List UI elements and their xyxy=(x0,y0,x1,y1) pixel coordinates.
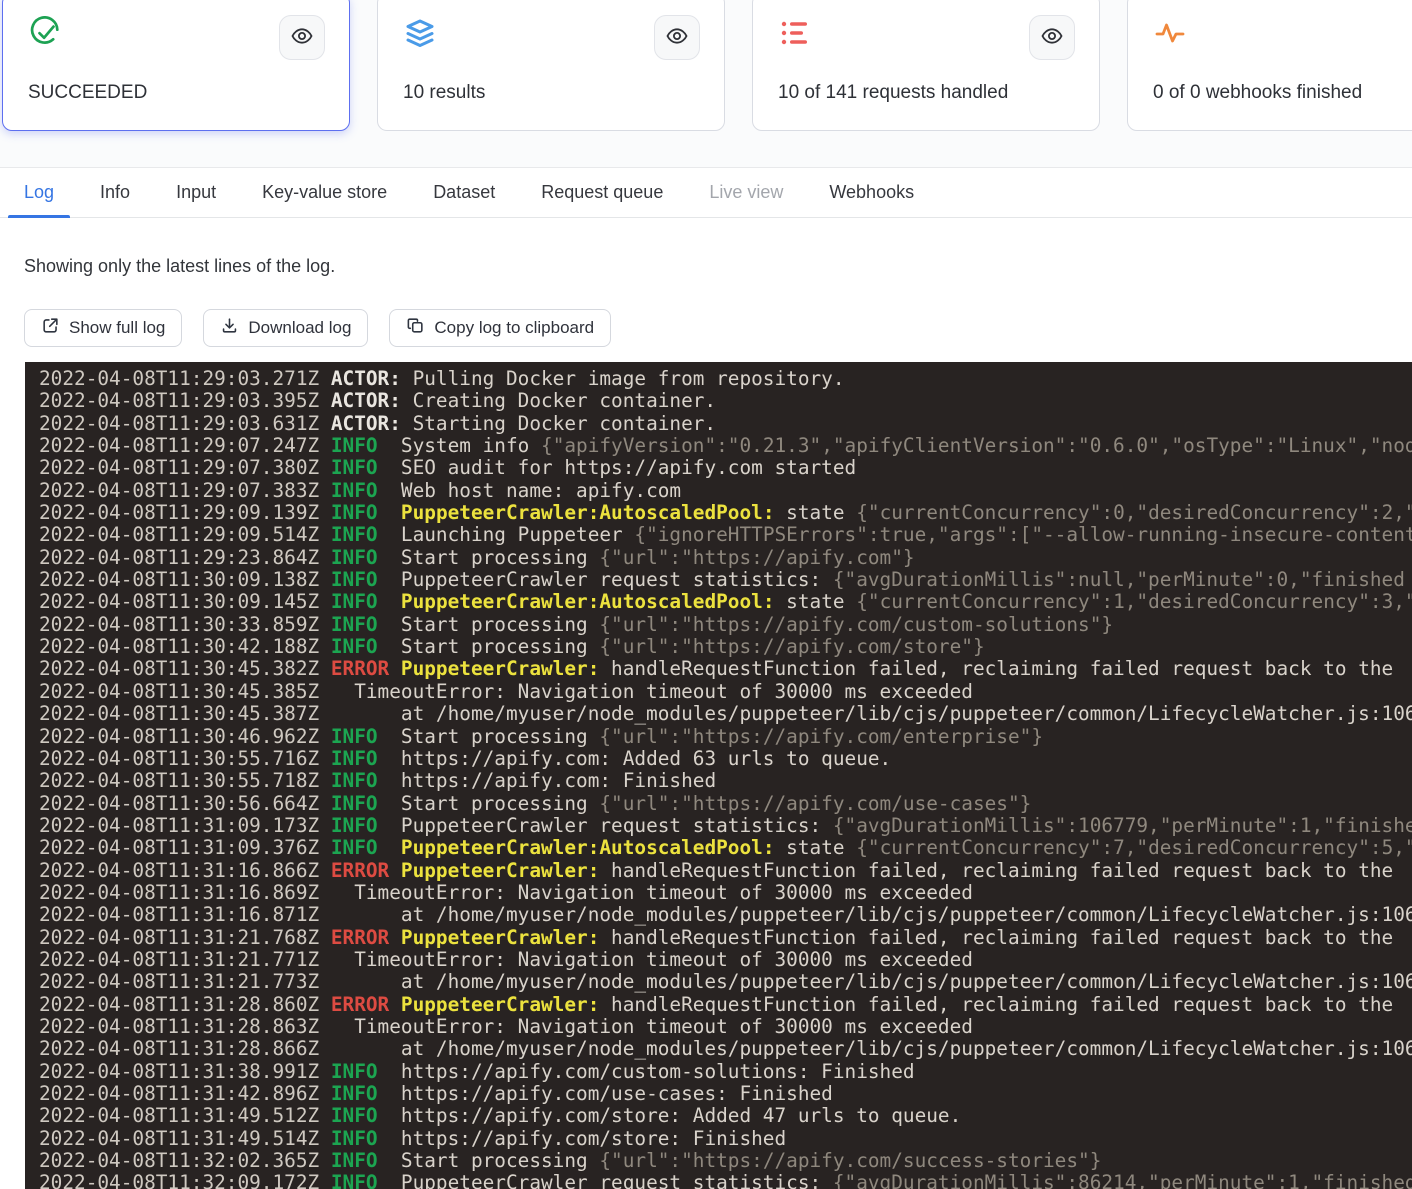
log-line: 2022-04-08T11:30:09.145Z INFO PuppeteerC… xyxy=(39,591,1412,613)
status-card-label: 10 results xyxy=(403,82,485,104)
tab-live-view[interactable]: Live view xyxy=(693,168,799,217)
activity-icon xyxy=(1153,16,1187,50)
log-line: 2022-04-08T11:29:09.139Z INFO PuppeteerC… xyxy=(39,502,1412,524)
log-line: 2022-04-08T11:31:28.863Z TimeoutError: N… xyxy=(39,1016,1412,1038)
tab-dataset[interactable]: Dataset xyxy=(417,168,511,217)
log-line: 2022-04-08T11:30:42.188Z INFO Start proc… xyxy=(39,636,1412,658)
tab-input[interactable]: Input xyxy=(160,168,232,217)
log-line: 2022-04-08T11:29:07.380Z INFO SEO audit … xyxy=(39,457,1412,479)
status-card-label: 10 of 141 requests handled xyxy=(778,82,1008,104)
status-card-label: SUCCEEDED xyxy=(28,82,147,104)
external-link-icon xyxy=(41,316,60,340)
log-line: 2022-04-08T11:31:28.860Z ERROR Puppeteer… xyxy=(39,994,1412,1016)
log-line: 2022-04-08T11:31:09.376Z INFO PuppeteerC… xyxy=(39,837,1412,859)
status-cards: SUCCEEDED 10 results 10 of 141 requests ha… xyxy=(0,0,1412,167)
list-icon xyxy=(778,16,812,50)
button-label: Download log xyxy=(248,318,351,338)
tab-log[interactable]: Log xyxy=(8,168,70,217)
copy-log-to-clipboard-button[interactable]: Copy log to clipboard xyxy=(389,309,611,347)
log-line: 2022-04-08T11:31:28.866Z at /home/myuser… xyxy=(39,1038,1412,1060)
log-line: 2022-04-08T11:30:33.859Z INFO Start proc… xyxy=(39,614,1412,636)
card-eye-button[interactable] xyxy=(279,15,325,60)
log-line: 2022-04-08T11:29:03.631Z ACTOR: Starting… xyxy=(39,413,1412,435)
log-actions: Show full log Download log Copy log to cli… xyxy=(24,309,1412,347)
status-card-label: 0 of 0 webhooks finished xyxy=(1153,82,1362,104)
log-line: 2022-04-08T11:30:55.716Z INFO https://ap… xyxy=(39,748,1412,770)
status-card: SUCCEEDED xyxy=(2,0,350,131)
log-line: 2022-04-08T11:29:07.383Z INFO Web host n… xyxy=(39,480,1412,502)
log-line: 2022-04-08T11:29:07.247Z INFO System inf… xyxy=(39,435,1412,457)
log-line: 2022-04-08T11:31:16.869Z TimeoutError: N… xyxy=(39,882,1412,904)
tab-request-queue[interactable]: Request queue xyxy=(525,168,679,217)
layers-icon xyxy=(403,16,437,50)
eye-icon xyxy=(290,24,314,51)
log-line: 2022-04-08T11:31:16.871Z at /home/myuser… xyxy=(39,904,1412,926)
log-line: 2022-04-08T11:30:45.385Z TimeoutError: N… xyxy=(39,681,1412,703)
show-full-log-button[interactable]: Show full log xyxy=(24,309,182,347)
log-note: Showing only the latest lines of the log… xyxy=(24,256,1412,277)
log-line: 2022-04-08T11:31:38.991Z INFO https://ap… xyxy=(39,1061,1412,1083)
log-line: 2022-04-08T11:30:46.962Z INFO Start proc… xyxy=(39,726,1412,748)
tab-key-value-store[interactable]: Key-value store xyxy=(246,168,403,217)
log-line: 2022-04-08T11:30:45.387Z at /home/myuser… xyxy=(39,703,1412,725)
log-line: 2022-04-08T11:31:49.512Z INFO https://ap… xyxy=(39,1105,1412,1127)
eye-icon xyxy=(1040,24,1064,51)
log-line: 2022-04-08T11:31:21.773Z at /home/myuser… xyxy=(39,971,1412,993)
log-line: 2022-04-08T11:30:56.664Z INFO Start proc… xyxy=(39,793,1412,815)
card-eye-button[interactable] xyxy=(654,15,700,60)
log-line: 2022-04-08T11:32:02.365Z INFO Start proc… xyxy=(39,1150,1412,1172)
tab-webhooks[interactable]: Webhooks xyxy=(813,168,930,217)
tab-bar: Log Info Input Key-value store Dataset Reques… xyxy=(0,167,1412,218)
log-line: 2022-04-08T11:31:16.866Z ERROR Puppeteer… xyxy=(39,860,1412,882)
log-line: 2022-04-08T11:31:49.514Z INFO https://ap… xyxy=(39,1128,1412,1150)
button-label: Copy log to clipboard xyxy=(434,318,594,338)
download-log-button[interactable]: Download log xyxy=(203,309,368,347)
card-eye-button[interactable] xyxy=(1029,15,1075,60)
log-line: 2022-04-08T11:30:55.718Z INFO https://ap… xyxy=(39,770,1412,792)
log-line: 2022-04-08T11:32:09.172Z INFO PuppeteerC… xyxy=(39,1172,1412,1189)
check-circle-icon xyxy=(28,16,62,50)
button-label: Show full log xyxy=(69,318,165,338)
log-viewer[interactable]: 2022-04-08T11:29:03.271Z ACTOR: Pulling … xyxy=(25,362,1412,1189)
log-line: 2022-04-08T11:31:21.771Z TimeoutError: N… xyxy=(39,949,1412,971)
status-card: 0 of 0 webhooks finished xyxy=(1127,0,1412,131)
log-line: 2022-04-08T11:31:09.173Z INFO PuppeteerC… xyxy=(39,815,1412,837)
log-line: 2022-04-08T11:31:21.768Z ERROR Puppeteer… xyxy=(39,927,1412,949)
copy-icon xyxy=(406,316,425,340)
log-line: 2022-04-08T11:29:09.514Z INFO Launching … xyxy=(39,524,1412,546)
log-line: 2022-04-08T11:30:45.382Z ERROR Puppeteer… xyxy=(39,658,1412,680)
log-line: 2022-04-08T11:29:03.395Z ACTOR: Creating… xyxy=(39,390,1412,412)
log-line: 2022-04-08T11:30:09.138Z INFO PuppeteerC… xyxy=(39,569,1412,591)
actor-run-page: SUCCEEDED 10 results 10 of 141 requests ha… xyxy=(0,0,1412,1189)
status-card: 10 of 141 requests handled xyxy=(752,0,1100,131)
tab-info[interactable]: Info xyxy=(84,168,146,217)
download-icon xyxy=(220,316,239,340)
log-line: 2022-04-08T11:31:42.896Z INFO https://ap… xyxy=(39,1083,1412,1105)
eye-icon xyxy=(665,24,689,51)
status-card: 10 results xyxy=(377,0,725,131)
log-line: 2022-04-08T11:29:23.864Z INFO Start proc… xyxy=(39,547,1412,569)
log-line: 2022-04-08T11:29:03.271Z ACTOR: Pulling … xyxy=(39,368,1412,390)
